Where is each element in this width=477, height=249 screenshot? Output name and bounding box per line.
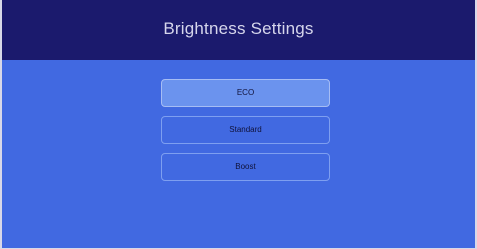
brightness-option-list: ECO Standard Boost — [161, 79, 330, 190]
settings-panel: ECO Standard Boost — [2, 60, 475, 248]
brightness-settings-screen: Brightness Settings ECO Standard Boost — [0, 0, 477, 249]
standard-button[interactable]: Standard — [161, 116, 330, 144]
boost-button[interactable]: Boost — [161, 153, 330, 181]
page-title: Brightness Settings — [163, 18, 314, 38]
eco-button[interactable]: ECO — [161, 79, 330, 107]
header-bar: Brightness Settings — [2, 0, 475, 60]
